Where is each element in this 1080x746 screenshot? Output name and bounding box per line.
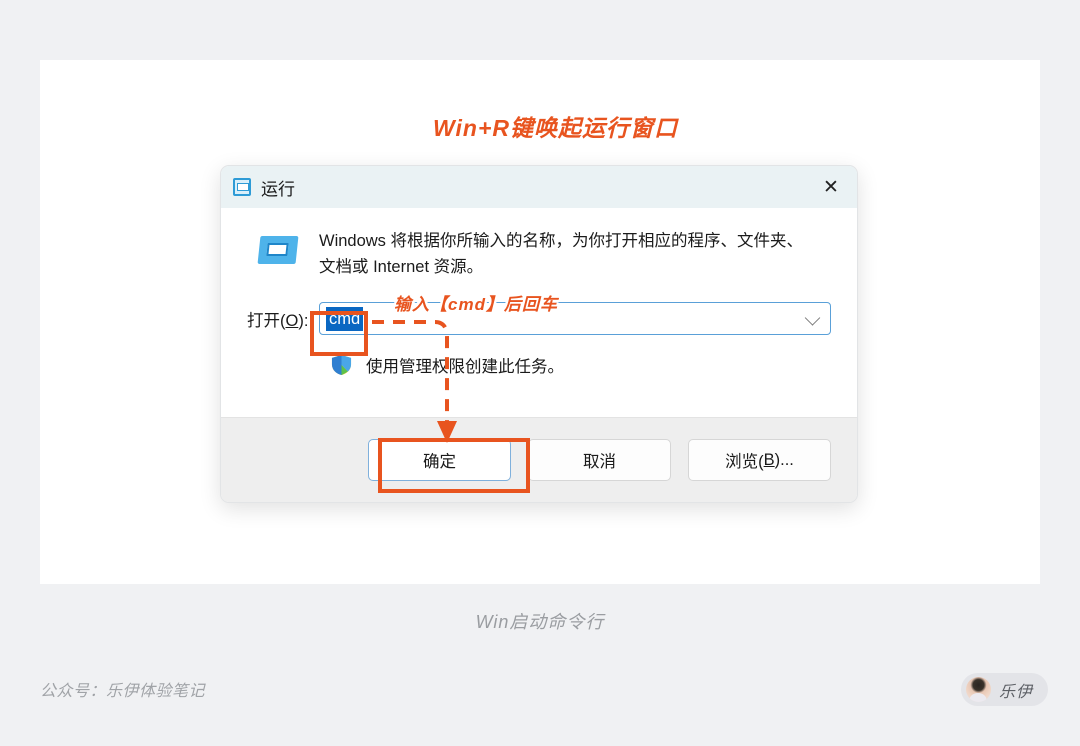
annotation-title: Win+R键唤起运行窗口 [433,109,678,143]
avatar [966,677,991,702]
dialog-footer: 确定 取消 浏览(B)... [221,417,857,502]
cancel-button[interactable]: 取消 [528,439,671,481]
chevron-down-icon[interactable] [805,310,821,326]
browse-label-accel: B [764,451,775,470]
account-label: 公众号：乐伊体验笔记 [40,677,205,701]
run-program-icon [257,234,299,268]
open-label-accel: O [286,312,299,330]
open-label-suffix: ): [298,312,308,330]
browse-button[interactable]: 浏览(B)... [688,439,831,481]
run-window-icon [233,178,251,196]
author-badge: 乐伊 [961,673,1048,706]
dialog-titlebar: 运行 ✕ [221,166,857,208]
author-name: 乐伊 [999,678,1033,702]
close-icon[interactable]: ✕ [805,166,857,208]
figure-caption: Win启动命令行 [0,608,1080,634]
admin-task-label: 使用管理权限创建此任务。 [366,353,564,377]
dialog-description: Windows 将根据你所输入的名称，为你打开相应的程序、文件夹、文档或 Int… [319,228,817,280]
browse-label-prefix: 浏览( [725,448,764,472]
open-label: 打开(O): [247,307,319,331]
shield-icon [331,354,352,376]
dialog-info-row: Windows 将根据你所输入的名称，为你打开相应的程序、文件夹、文档或 Int… [247,228,831,280]
admin-row: 使用管理权限创建此任务。 [331,353,831,377]
highlight-box-input [310,311,368,356]
annotation-cmd-hint: 输入【cmd】后回车 [394,290,558,315]
open-label-prefix: 打开( [247,312,286,330]
dialog-title: 运行 [261,175,295,200]
browse-label-suffix: )... [775,451,794,470]
highlight-box-ok-button [378,438,530,493]
